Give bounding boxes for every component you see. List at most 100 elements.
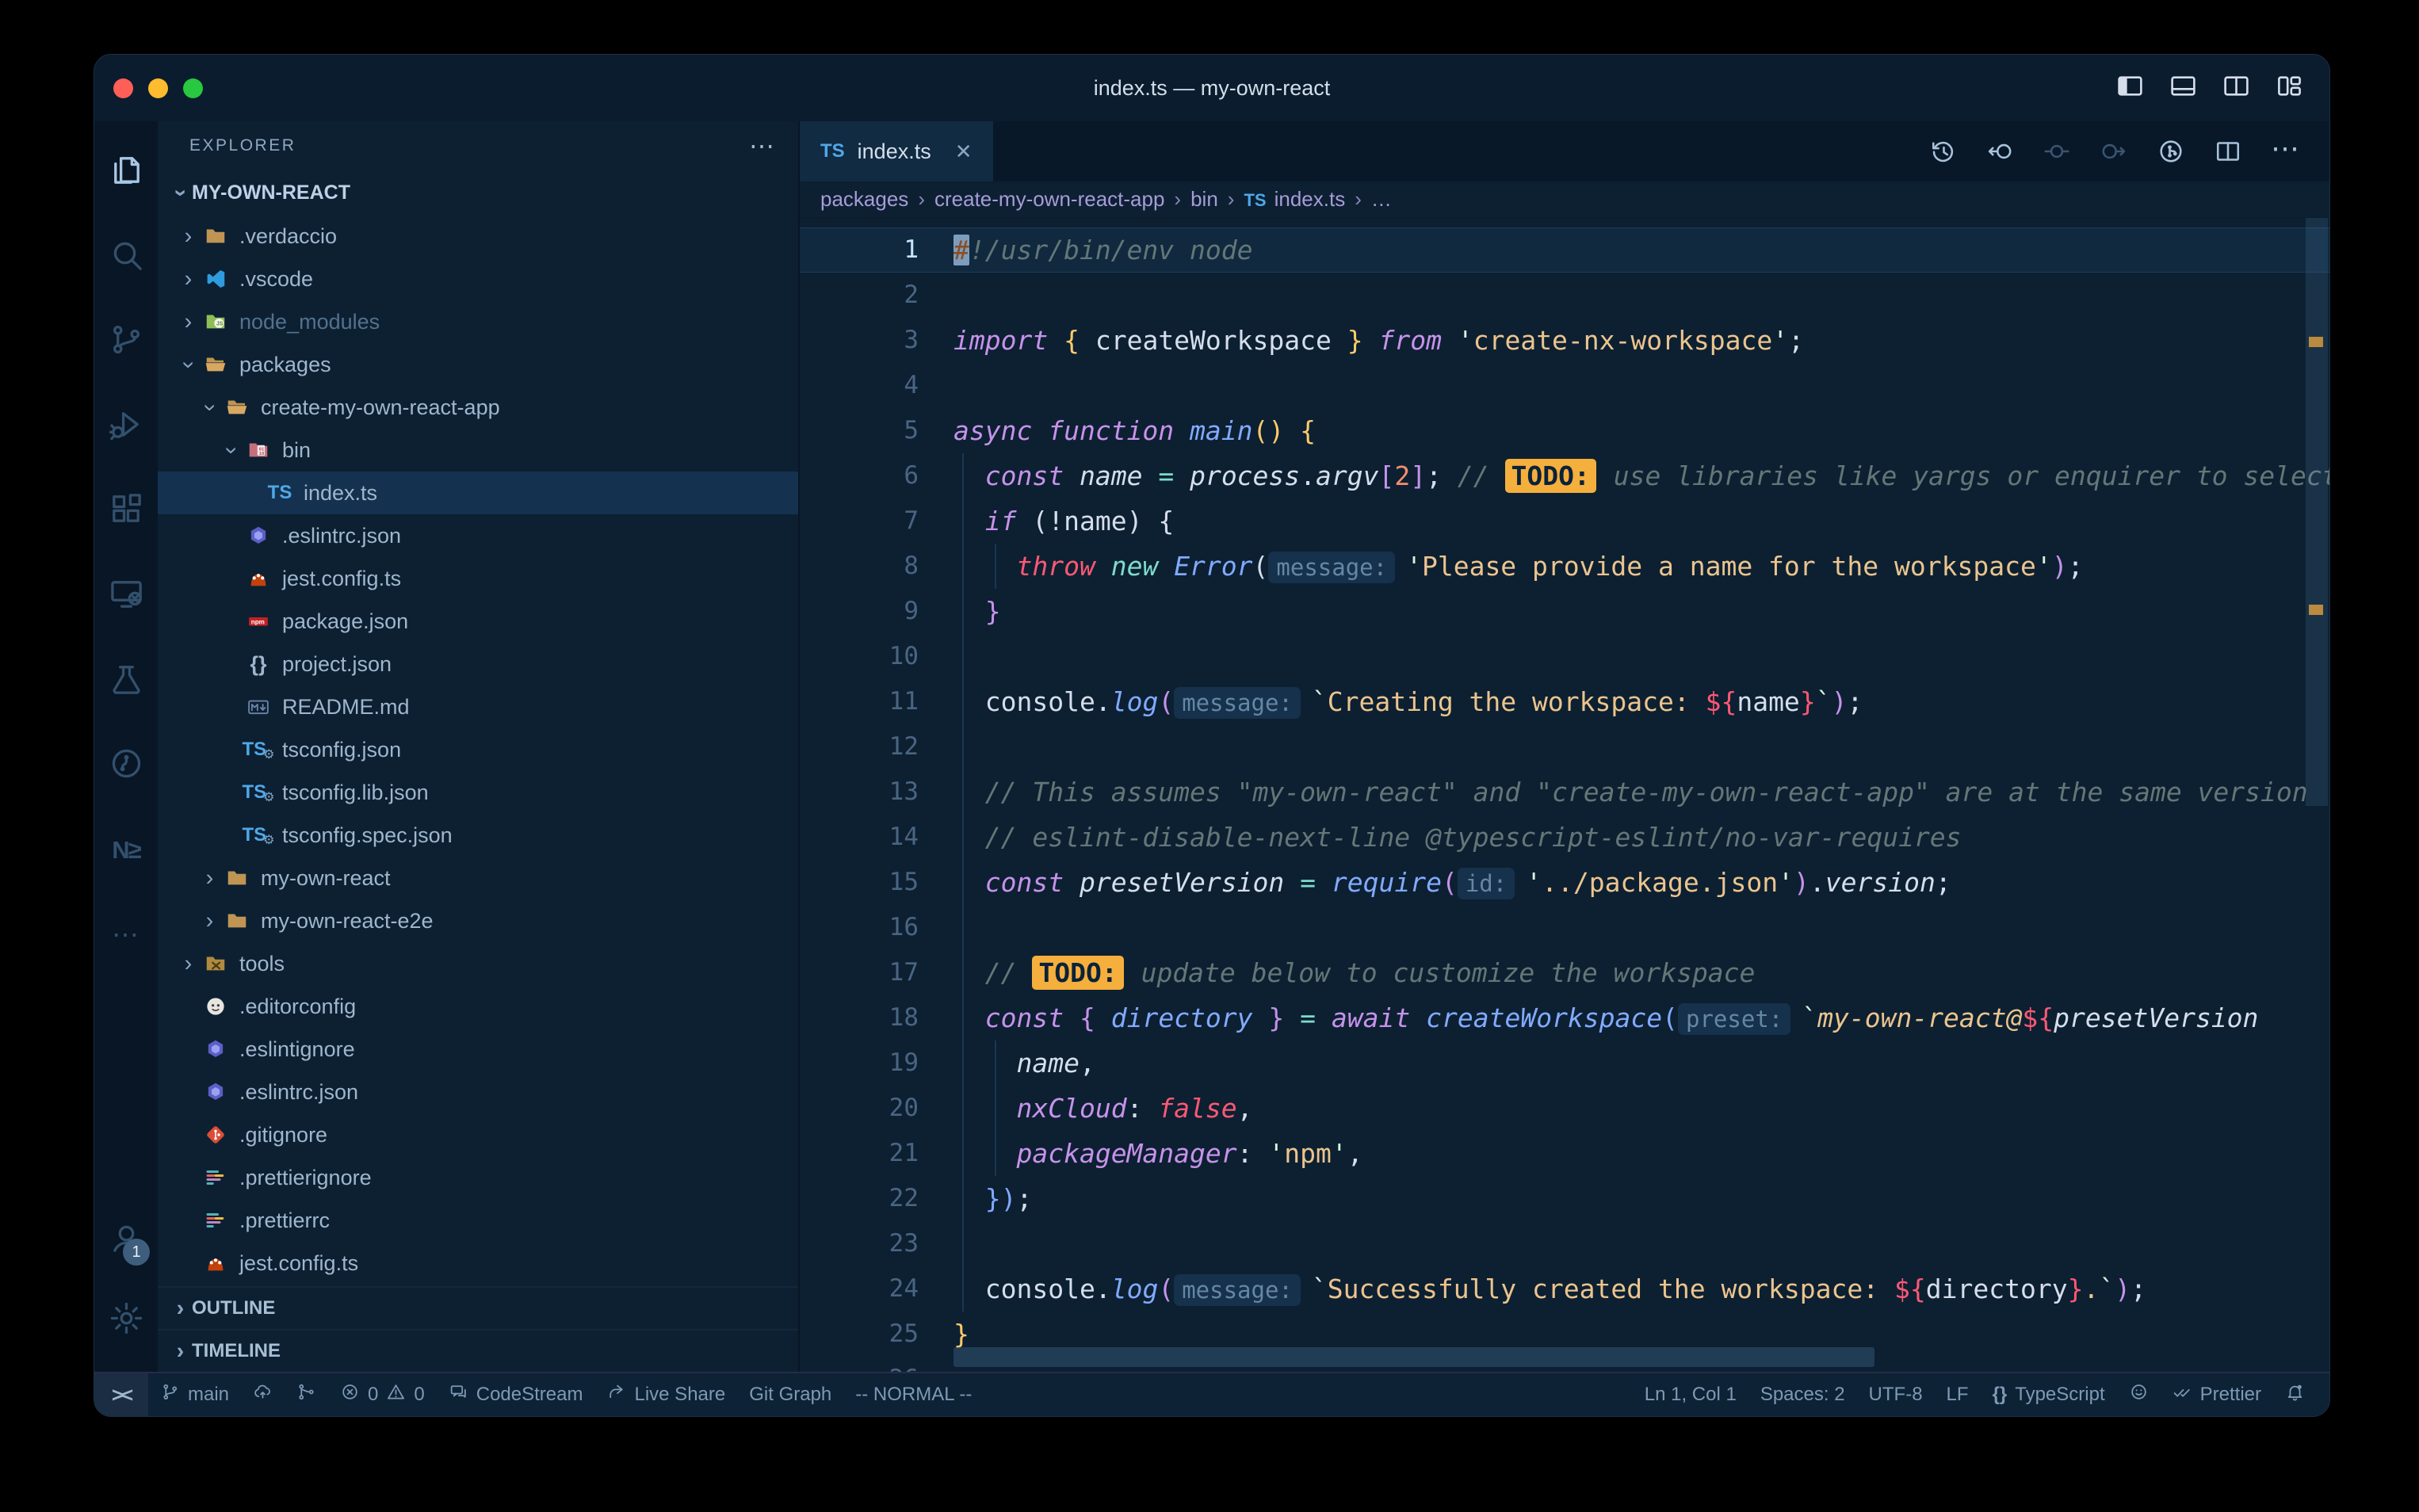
tree-item-node-modules[interactable]: ›JSnode_modules (158, 300, 798, 343)
tree-item-my-own-react-e2e[interactable]: ›my-own-react-e2e (158, 899, 798, 942)
code-token: ( (1253, 551, 1269, 582)
tree-item-index-ts[interactable]: TSindex.ts (158, 472, 798, 514)
tree-item-eslintrc-json[interactable]: .eslintrc.json (158, 514, 798, 557)
breadcrumb-item-index-ts[interactable]: TSindex.ts (1244, 187, 1345, 212)
status-vim-mode[interactable]: -- NORMAL -- (843, 1373, 984, 1416)
breadcrumb-item-[interactable]: … (1371, 187, 1392, 212)
tree-item-jest-config-ts[interactable]: jest.config.ts (158, 1242, 798, 1285)
tree-item-jest-config-ts[interactable]: jest.config.ts (158, 557, 798, 600)
tree-item-gitignore[interactable]: .gitignore (158, 1113, 798, 1156)
panel-timeline[interactable]: ›TIMELINE (158, 1329, 798, 1372)
folder-tools-icon (201, 951, 230, 976)
tree-item-project-json[interactable]: {}project.json (158, 643, 798, 685)
activity-git-graph-view[interactable] (108, 723, 145, 808)
line-number: 19 (800, 1040, 919, 1086)
activity-settings[interactable] (94, 1280, 158, 1361)
file-history-icon[interactable] (2157, 137, 2185, 166)
activity-run-and-debug[interactable] (108, 384, 145, 468)
tree-item-tools[interactable]: ›tools (158, 942, 798, 985)
activity-testing[interactable] (108, 638, 145, 723)
minimize-button[interactable] (148, 78, 168, 98)
status-encoding[interactable]: UTF-8 (1857, 1373, 1935, 1416)
line-number: 22 (800, 1176, 919, 1221)
status-notifications[interactable] (2273, 1373, 2317, 1416)
status-live-share[interactable]: Live Share (594, 1373, 737, 1416)
status-compare-branch[interactable] (285, 1373, 328, 1416)
tree-item-verdaccio[interactable]: ›.verdaccio (158, 215, 798, 258)
more-actions-icon[interactable]: ⋯ (2271, 148, 2299, 155)
next-change-icon[interactable] (2100, 137, 2128, 166)
tree-item-tsconfig-lib-json[interactable]: TS⚙ tsconfig.lib.json (158, 771, 798, 814)
activity-more-views[interactable]: ⋯ (108, 892, 145, 977)
activity-search[interactable] (108, 214, 145, 299)
tree-item-tsconfig-json[interactable]: TS⚙tsconfig.json (158, 728, 798, 771)
status-feedback[interactable] (2117, 1373, 2161, 1416)
indent-guide (962, 1221, 964, 1266)
folder-bin-icon: 0110 (244, 437, 273, 463)
code-line-24: 24 console.log(message:`Successfully cre… (800, 1266, 2329, 1312)
tree-item-create-my-own-react-app[interactable]: ›create-my-own-react-app (158, 386, 798, 429)
tree-item-package-json[interactable]: npmpackage.json (158, 600, 798, 643)
close-button[interactable] (113, 78, 133, 98)
previous-change-icon[interactable] (1985, 137, 2014, 166)
section-header-my-own-react[interactable]: › MY-OWN-REACT (158, 170, 798, 215)
toggle-sidebar-icon[interactable] (2115, 71, 2145, 105)
tree-item-readme-md[interactable]: README.md (158, 685, 798, 728)
code-line-6: 6 const name = process.argv[2]; // TODO:… (800, 453, 2329, 498)
breadcrumb-item-bin[interactable]: bin (1190, 187, 1218, 212)
breadcrumb-item-create-my-own-react-app[interactable]: create-my-own-react-app (934, 187, 1164, 212)
tree-item-eslintignore[interactable]: .eslintignore (158, 1028, 798, 1071)
toggle-panel-icon[interactable] (2169, 71, 2198, 105)
tree-item-tsconfig-spec-json[interactable]: TS⚙tsconfig.spec.json (158, 814, 798, 857)
code-token (953, 1183, 985, 1214)
toggle-split-editor-icon[interactable] (2222, 71, 2251, 105)
code-token: update below to customize the workspace (1125, 957, 1756, 988)
status-codestream[interactable]: CodeStream (437, 1373, 595, 1416)
split-editor-icon[interactable] (2214, 137, 2242, 166)
activity-accounts[interactable]: 1 (94, 1199, 158, 1280)
activity-nx-console[interactable]: N≥ (108, 808, 145, 892)
code-token: ( (1158, 686, 1174, 717)
inlay-hint: id: (1458, 868, 1515, 899)
status-prettier[interactable]: Prettier (2161, 1373, 2273, 1416)
code-editor[interactable]: 1#!/usr/bin/env node23import { createWor… (800, 218, 2329, 1372)
status-git-graph[interactable]: Git Graph (737, 1373, 843, 1416)
tree-item-prettierignore[interactable]: .prettierignore (158, 1156, 798, 1199)
tree-item-editorconfig[interactable]: .editorconfig (158, 985, 798, 1028)
tree-item-vscode[interactable]: ›.vscode (158, 258, 798, 300)
activity-source-control[interactable] (108, 299, 145, 384)
code-token (953, 822, 985, 853)
folder-icon (223, 908, 251, 934)
status-language-mode[interactable]: {}TypeScript (1981, 1373, 2117, 1416)
status-git-branch[interactable]: main (148, 1373, 241, 1416)
panel-outline[interactable]: ›OUTLINE (158, 1286, 798, 1329)
customize-layout-icon[interactable] (2275, 71, 2304, 105)
breadcrumb-item-packages[interactable]: packages (820, 187, 908, 212)
vertical-scrollbar[interactable] (2306, 218, 2328, 806)
zoom-button[interactable] (183, 78, 203, 98)
tree-item-label: tsconfig.lib.json (282, 781, 429, 805)
status-remote[interactable]: >< (94, 1373, 148, 1416)
tree-item-bin[interactable]: ›0110bin (158, 429, 798, 472)
tab-index-ts[interactable]: TS index.ts ✕ (800, 121, 993, 181)
status-cursor-position[interactable]: Ln 1, Col 1 (1633, 1373, 1748, 1416)
tree-item-packages[interactable]: ›packages (158, 343, 798, 386)
chevron-down-icon: › (169, 181, 192, 204)
close-tab-icon[interactable]: ✕ (955, 139, 973, 164)
activity-extensions[interactable] (108, 468, 145, 553)
status-sync-changes[interactable] (241, 1373, 285, 1416)
status-problems[interactable]: 00 (328, 1373, 437, 1416)
horizontal-scrollbar[interactable] (953, 1347, 1874, 1367)
tsconfig-icon: TS⚙ (244, 780, 273, 805)
line-number: 2 (800, 273, 919, 318)
line-number: 5 (800, 408, 919, 453)
activity-explorer[interactable] (108, 129, 145, 214)
current-change-icon[interactable] (2043, 137, 2071, 166)
status-indentation[interactable]: Spaces: 2 (1748, 1373, 1857, 1416)
tree-item-my-own-react[interactable]: ›my-own-react (158, 857, 798, 899)
activity-remote-explorer[interactable] (108, 553, 145, 638)
tree-item-eslintrc-json[interactable]: .eslintrc.json (158, 1071, 798, 1113)
status-eol[interactable]: LF (1935, 1373, 1981, 1416)
tree-item-prettierrc[interactable]: .prettierrc (158, 1199, 798, 1242)
timeline-history-icon[interactable] (1928, 137, 1957, 166)
